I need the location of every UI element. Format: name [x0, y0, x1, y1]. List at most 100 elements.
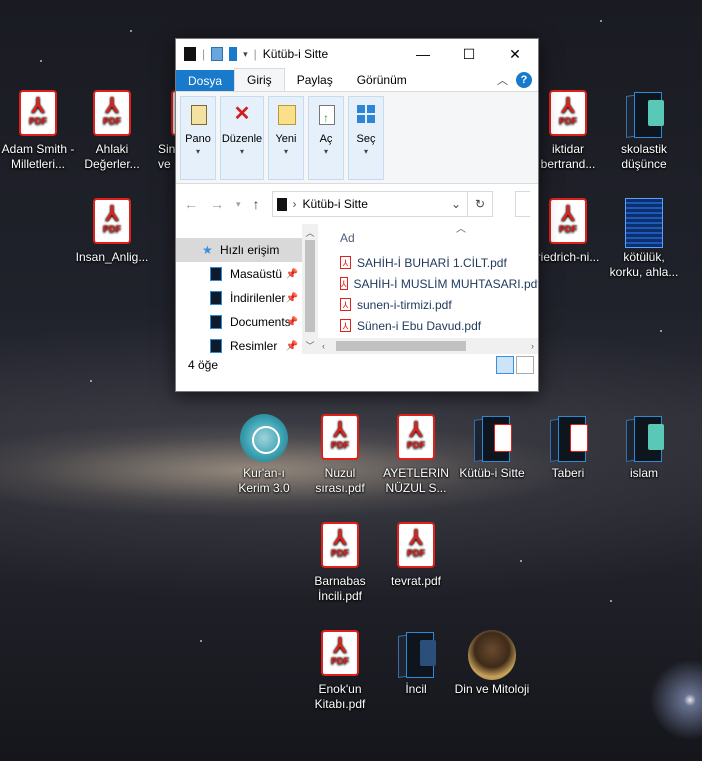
file-list-scrollbar[interactable]: ‹ ›: [318, 338, 538, 354]
ribbon-button-pano[interactable]: Pano ▾: [180, 96, 216, 180]
quick-access-toolbar: | ▾ |: [176, 47, 257, 61]
ribbon-tabs: Dosya Giriş Paylaş Görünüm ︿ ?: [176, 68, 538, 92]
toolbar-separator: |: [253, 47, 257, 61]
toolbar-separator: |: [202, 47, 206, 61]
desktop-icon-din-ve-mitoloji[interactable]: Din ve Mitoloji: [454, 630, 530, 697]
file-item[interactable]: ⅄ Sünen-i Ebu Davud.pdf: [340, 315, 538, 336]
address-dropdown-chevron-icon[interactable]: ⌄: [445, 197, 467, 211]
tab-giris[interactable]: Giriş: [234, 68, 285, 91]
pdf-file-icon: ⅄ PDF: [321, 414, 359, 460]
folder-icon: [624, 414, 664, 462]
scrollbar-thumb[interactable]: [336, 341, 466, 351]
file-item[interactable]: ⅄ SAHİH-İ BUHARİ 1.CİLT.pdf: [340, 252, 538, 273]
customize-toolbar-chevron-icon[interactable]: ▾: [243, 49, 248, 60]
desktop-icon-nuzul-sirasi[interactable]: ⅄ PDF Nuzul sırası.pdf: [302, 414, 378, 496]
desktop-icon-ayetlerin[interactable]: ⅄ PDF AYETLERIN NÜZUL S...: [378, 414, 454, 496]
desktop-icon-label: Din ve Mitoloji: [454, 682, 530, 696]
pin-icon[interactable]: 📌: [286, 317, 298, 328]
close-button[interactable]: ✕: [492, 39, 538, 69]
ribbon-button-yeni[interactable]: Yeni ▾: [268, 96, 304, 180]
desktop-icon-label: kötülük, korku, ahla...: [609, 250, 679, 279]
new-folder-icon: [275, 103, 297, 125]
search-input[interactable]: [515, 191, 530, 217]
desktop-icon-ahlaki-degerler[interactable]: ⅄ PDF Ahlaki Değerler...: [74, 90, 150, 172]
details-view-button[interactable]: [496, 356, 514, 374]
scroll-left-arrow-icon[interactable]: ‹: [322, 338, 325, 354]
desktop-icon-taberi[interactable]: Taberi: [530, 414, 606, 481]
pin-icon[interactable]: 📌: [286, 293, 298, 304]
star: [520, 560, 522, 562]
chevron-down-icon: ▾: [323, 147, 328, 156]
desktop-icon-partial[interactable]: ⅄ Sin ve: [140, 90, 176, 172]
desktop-icon-iktidar[interactable]: ⅄ PDF iktidar bertrand...: [530, 90, 606, 172]
folder-icon: [472, 414, 512, 462]
navigation-bar: ← → ▾ ↑ › Kütüb-i Sitte ⌄ ↻: [176, 184, 538, 224]
tab-dosya[interactable]: Dosya: [176, 70, 235, 91]
nav-item-label: Hızlı erişim: [220, 243, 280, 257]
star: [200, 640, 202, 642]
desktop-folder-icon: [210, 267, 222, 281]
refresh-button[interactable]: ↻: [468, 191, 493, 217]
desktop-icon-label: Enok'un Kitabı.pdf: [314, 682, 366, 711]
bookmark-icon[interactable]: [229, 47, 238, 61]
scrollbar-thumb[interactable]: [305, 240, 315, 332]
address-bar[interactable]: › Kütüb-i Sitte ⌄: [271, 191, 468, 217]
ribbon-button-sec[interactable]: Seç ▾: [348, 96, 384, 180]
book-icon: [625, 198, 663, 248]
column-header-name[interactable]: ︿ Ad: [340, 224, 538, 252]
properties-icon[interactable]: [211, 47, 224, 61]
desktop-icon-friedrich[interactable]: ⅄ PDF riedrich-ni...: [530, 198, 606, 265]
scroll-up-arrow-icon[interactable]: ︿: [302, 226, 318, 239]
tab-gorunum[interactable]: Görünüm: [345, 69, 419, 91]
desktop-icon-kotuluk[interactable]: kötülük, korku, ahla...: [606, 198, 682, 280]
recent-locations-chevron-icon[interactable]: ▾: [236, 199, 241, 210]
pdf-file-icon: ⅄ PDF: [397, 522, 435, 568]
nav-item-indirilenler[interactable]: İndirilenler 📌: [176, 286, 318, 310]
file-name: Sünen-i Ebu Davud.pdf: [357, 318, 482, 333]
desktop-icon-label: Barnabas İncili.pdf: [314, 574, 366, 603]
desktop-icon-label: Adam Smith - Milletleri...: [1, 142, 75, 171]
ribbon-button-ac[interactable]: ↑ Aç ▾: [308, 96, 344, 180]
nav-item-documents[interactable]: Documents 📌: [176, 310, 318, 334]
minimize-button[interactable]: —: [400, 39, 446, 69]
breadcrumb-current[interactable]: Kütüb-i Sitte: [303, 197, 368, 211]
scroll-down-arrow-icon[interactable]: ﹀: [302, 339, 318, 352]
nav-item-quick-access[interactable]: ★ Hızlı erişim: [176, 238, 304, 262]
desktop-icon-kuran[interactable]: Kur'an-ı Kerim 3.0: [226, 414, 302, 496]
desktop-icon-label: Kütüb-i Sitte: [459, 466, 525, 480]
nav-scrollbar[interactable]: ︿ ﹀: [302, 224, 318, 354]
desktop-icon-label: riedrich-ni...: [536, 250, 600, 264]
desktop-icon-skolastik[interactable]: skolastik düşünce: [606, 90, 682, 172]
desktop-icon-tevrat[interactable]: ⅄ PDF tevrat.pdf: [378, 522, 454, 589]
forward-arrow-icon[interactable]: →: [210, 196, 224, 212]
up-arrow-icon[interactable]: ↑: [253, 196, 260, 212]
file-item[interactable]: ⅄ sunen-i-tirmizi.pdf: [340, 294, 538, 315]
desktop-icon-enok[interactable]: ⅄ PDF Enok'un Kitabı.pdf: [302, 630, 378, 712]
breadcrumb-chevron-icon: ›: [292, 197, 297, 211]
title-bar[interactable]: | ▾ | Kütüb-i Sitte — ☐ ✕: [176, 39, 538, 69]
desktop-icon-barnabas[interactable]: ⅄ PDF Barnabas İncili.pdf: [302, 522, 378, 604]
scroll-right-arrow-icon[interactable]: ›: [531, 338, 534, 354]
large-icons-view-button[interactable]: [516, 356, 534, 374]
desktop-icon-insan-anlig[interactable]: ⅄ PDF Insan_Anlig...: [74, 198, 150, 265]
ribbon-button-duzenle[interactable]: ✕ Düzenle ▾: [220, 96, 264, 180]
tab-paylas[interactable]: Paylaş: [285, 69, 345, 91]
maximize-button[interactable]: ☐: [446, 39, 492, 69]
desktop-icon-islam[interactable]: islam: [606, 414, 682, 481]
desktop-icon-kutub-i-sitte[interactable]: Kütüb-i Sitte: [454, 414, 530, 481]
file-name: sunen-i-tirmizi.pdf: [357, 297, 452, 312]
clipboard-icon: [187, 103, 209, 125]
collapse-ribbon-chevron-icon[interactable]: ︿: [497, 72, 508, 88]
desktop-icon-label: Taberi: [551, 466, 585, 480]
desktop-icon-adam-smith[interactable]: ⅄ PDF Adam Smith - Milletleri...: [0, 90, 76, 172]
desktop-icon-label: skolastik düşünce: [620, 142, 667, 171]
help-button[interactable]: ?: [516, 72, 532, 88]
pin-icon[interactable]: 📌: [286, 269, 298, 280]
chevron-down-icon: ▾: [239, 147, 244, 156]
pin-icon[interactable]: 📌: [286, 341, 298, 352]
desktop-icon-incil[interactable]: İncil: [378, 630, 454, 697]
back-arrow-icon[interactable]: ←: [184, 196, 198, 212]
ribbon-button-label: Pano: [185, 133, 211, 145]
nav-item-masaustu[interactable]: Masaüstü 📌: [176, 262, 318, 286]
file-item[interactable]: ⅄ SAHİH-İ MUSLİM MUHTASARI.pdf: [340, 273, 538, 294]
